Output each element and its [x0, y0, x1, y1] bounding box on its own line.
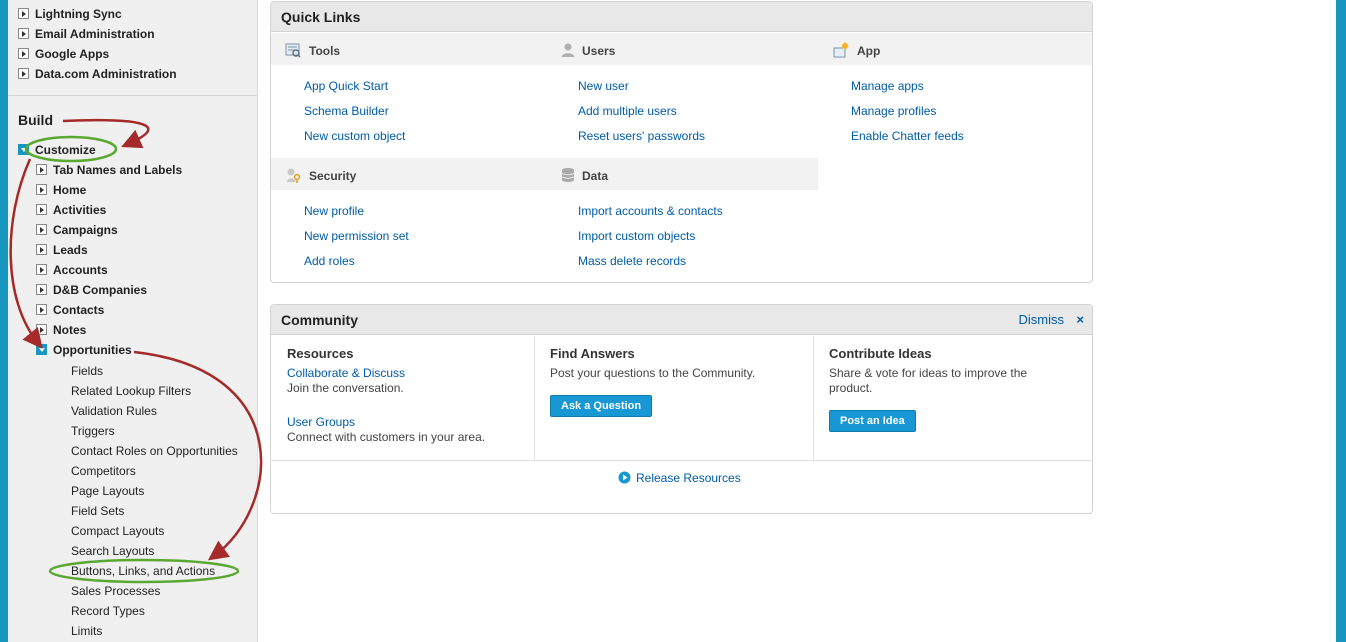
- expand-icon[interactable]: [36, 244, 47, 255]
- sidebar-link-limits[interactable]: Limits: [71, 622, 102, 640]
- sidebar-item-db-companies[interactable]: D&B Companies: [36, 281, 147, 299]
- sidebar-item-campaigns[interactable]: Campaigns: [36, 221, 118, 239]
- link-new-profile[interactable]: New profile: [304, 204, 364, 218]
- data-title: Data: [582, 169, 609, 183]
- expand-icon[interactable]: [36, 264, 47, 275]
- link-enable-chatter-feeds[interactable]: Enable Chatter feeds: [851, 129, 964, 143]
- sidebar-link-page-layouts[interactable]: Page Layouts: [71, 482, 144, 500]
- community-panel: Community Dismiss × Resources Collaborat…: [270, 304, 1093, 514]
- sidebar-link-field-sets[interactable]: Field Sets: [71, 502, 124, 520]
- collapse-icon[interactable]: [18, 144, 29, 155]
- expand-icon[interactable]: [36, 284, 47, 295]
- sidebar-link-related-lookup-filters[interactable]: Related Lookup Filters: [71, 382, 191, 400]
- app-icon: [833, 42, 849, 58]
- sidebar-item-notes[interactable]: Notes: [36, 321, 86, 339]
- setup-page: Lightning Sync Email Administration Goog…: [8, 0, 1336, 642]
- quick-links-title: Quick Links: [271, 2, 1092, 32]
- link-schema-builder[interactable]: Schema Builder: [304, 104, 389, 118]
- link-import-custom-objects[interactable]: Import custom objects: [578, 229, 695, 243]
- play-icon: [618, 471, 631, 484]
- link-mass-delete-records[interactable]: Mass delete records: [578, 254, 686, 268]
- user-groups-link[interactable]: User Groups: [287, 415, 355, 429]
- sidebar-item-contacts[interactable]: Contacts: [36, 301, 104, 319]
- sidebar-item-home[interactable]: Home: [36, 181, 86, 199]
- divider: [271, 460, 1092, 461]
- tools-icon: [285, 43, 301, 58]
- release-resources-link[interactable]: Release Resources: [636, 471, 741, 485]
- link-new-permission-set[interactable]: New permission set: [304, 229, 409, 243]
- sidebar-item-datacom-administration[interactable]: Data.com Administration: [18, 65, 177, 83]
- collaborate-discuss-link[interactable]: Collaborate & Discuss: [287, 366, 405, 380]
- expand-icon[interactable]: [36, 304, 47, 315]
- sidebar-item-lightning-sync[interactable]: Lightning Sync: [18, 5, 122, 23]
- post-idea-button[interactable]: Post an Idea: [829, 410, 916, 432]
- expand-icon[interactable]: [36, 184, 47, 195]
- expand-icon[interactable]: [36, 324, 47, 335]
- sidebar-link-compact-layouts[interactable]: Compact Layouts: [71, 522, 164, 540]
- sidebar-item-leads[interactable]: Leads: [36, 241, 88, 259]
- sidebar-link-competitors[interactable]: Competitors: [71, 462, 136, 480]
- sidebar-item-opportunities[interactable]: Opportunities: [36, 341, 132, 359]
- link-manage-apps[interactable]: Manage apps: [851, 79, 924, 93]
- community-title: Community: [281, 312, 358, 328]
- sidebar-link-triggers[interactable]: Triggers: [71, 422, 115, 440]
- resources-title: Resources: [287, 346, 354, 361]
- sidebar-link-buttons-links-actions[interactable]: Buttons, Links, and Actions: [71, 562, 215, 580]
- link-add-multiple-users[interactable]: Add multiple users: [578, 104, 677, 118]
- link-new-custom-object[interactable]: New custom object: [304, 129, 405, 143]
- resources-column: Resources Collaborate & Discuss Join the…: [271, 336, 535, 460]
- community-header: Community Dismiss ×: [271, 305, 1092, 335]
- contribute-ideas-title: Contribute Ideas: [829, 346, 932, 361]
- tools-title: Tools: [309, 44, 341, 58]
- build-heading: Build: [18, 112, 53, 128]
- sidebar-link-sales-processes[interactable]: Sales Processes: [71, 582, 160, 600]
- quick-links-panel: Quick Links Tools App Quick Start Schema…: [270, 1, 1093, 283]
- quick-links-category-row: [271, 33, 1092, 65]
- resources-text-1: Join the conversation.: [287, 381, 404, 395]
- expand-icon[interactable]: [18, 28, 29, 39]
- link-add-roles[interactable]: Add roles: [304, 254, 355, 268]
- expand-icon[interactable]: [18, 48, 29, 59]
- sidebar-link-validation-rules[interactable]: Validation Rules: [71, 402, 157, 420]
- expand-icon[interactable]: [36, 224, 47, 235]
- close-icon[interactable]: ×: [1076, 305, 1084, 335]
- sidebar-link-fields[interactable]: Fields: [71, 362, 103, 380]
- setup-sidebar: Lightning Sync Email Administration Goog…: [8, 0, 258, 642]
- sidebar-link-search-layouts[interactable]: Search Layouts: [71, 542, 154, 560]
- divider: [8, 95, 257, 96]
- sidebar-item-email-administration[interactable]: Email Administration: [18, 25, 155, 43]
- ask-question-button[interactable]: Ask a Question: [550, 395, 653, 417]
- expand-icon[interactable]: [18, 68, 29, 79]
- sidebar-item-customize[interactable]: Customize: [18, 141, 96, 159]
- contribute-ideas-text: Share & vote for ideas to improve the pr…: [829, 366, 1028, 395]
- sidebar-link-contact-roles[interactable]: Contact Roles on Opportunities: [71, 442, 238, 460]
- link-import-accounts-contacts[interactable]: Import accounts & contacts: [578, 204, 723, 218]
- resources-text-2: Connect with customers in your area.: [287, 430, 486, 444]
- link-reset-passwords[interactable]: Reset users' passwords: [578, 129, 705, 143]
- user-icon: [561, 43, 575, 57]
- database-icon: [561, 168, 575, 182]
- find-answers-text: Post your questions to the Community.: [550, 366, 756, 380]
- sidebar-item-activities[interactable]: Activities: [36, 201, 106, 219]
- sidebar-item-google-apps[interactable]: Google Apps: [18, 45, 109, 63]
- collapse-icon[interactable]: [36, 344, 47, 355]
- find-answers-title: Find Answers: [550, 346, 635, 361]
- app-title: App: [857, 44, 881, 58]
- link-app-quick-start[interactable]: App Quick Start: [304, 79, 388, 93]
- sidebar-link-record-types[interactable]: Record Types: [71, 602, 145, 620]
- link-manage-profiles[interactable]: Manage profiles: [851, 104, 936, 118]
- security-title: Security: [309, 169, 357, 183]
- expand-icon[interactable]: [36, 204, 47, 215]
- expand-icon[interactable]: [36, 164, 47, 175]
- users-title: Users: [582, 44, 616, 58]
- find-answers-column: Find Answers Post your questions to the …: [535, 336, 814, 460]
- key-icon: [287, 168, 301, 183]
- sidebar-item-tab-names-and-labels[interactable]: Tab Names and Labels: [36, 161, 182, 179]
- expand-icon[interactable]: [18, 8, 29, 19]
- contribute-ideas-column: Contribute Ideas Share & vote for ideas …: [814, 336, 1092, 460]
- dismiss-link[interactable]: Dismiss: [1019, 305, 1065, 335]
- link-new-user[interactable]: New user: [578, 79, 629, 93]
- sidebar-item-accounts[interactable]: Accounts: [36, 261, 108, 279]
